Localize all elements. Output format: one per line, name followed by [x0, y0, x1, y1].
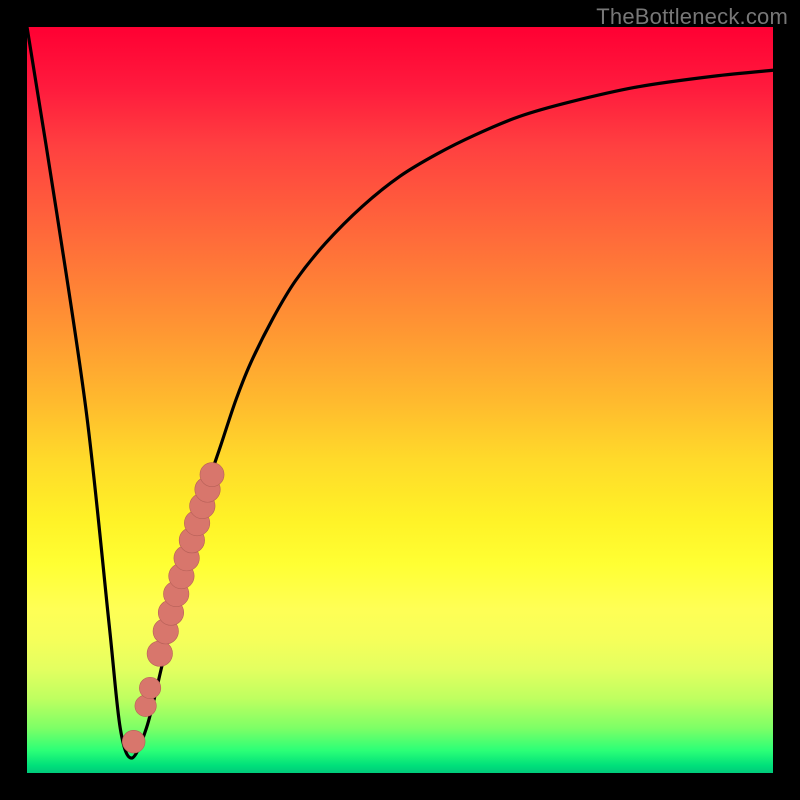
bottleneck-curve: [27, 27, 773, 758]
data-dot: [122, 730, 145, 753]
data-dot: [139, 677, 160, 698]
data-dots: [122, 463, 224, 754]
plot-area: [27, 27, 773, 773]
data-dot: [147, 641, 172, 666]
outer-frame: TheBottleneck.com: [0, 0, 800, 800]
data-dot: [200, 463, 224, 487]
chart-svg: [27, 27, 773, 773]
